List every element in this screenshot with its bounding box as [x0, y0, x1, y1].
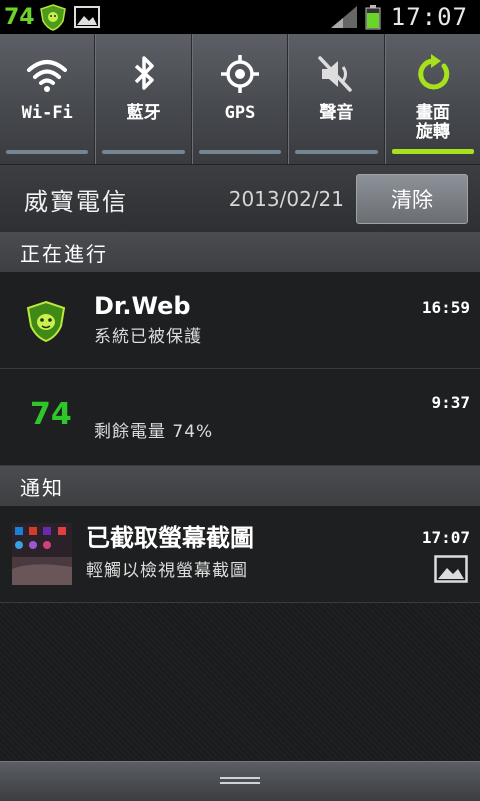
bluetooth-toggle[interactable]: 藍牙 — [95, 34, 192, 164]
notification-text: 輕觸以檢視螢幕截圖 — [86, 561, 248, 581]
image-icon — [74, 6, 100, 28]
notification-time: 9:37 — [431, 393, 470, 412]
status-bar: 74 17:07 — [0, 0, 480, 34]
grip-icon — [220, 777, 260, 784]
clock: 17:07 — [390, 3, 468, 31]
screenshot-notification[interactable]: 已截取螢幕截圖 輕觸以檢視螢幕截圖 17:07 — [0, 506, 480, 603]
battery-notification[interactable]: 74 剩餘電量 74% 9:37 — [0, 369, 480, 466]
drweb-shield-icon — [26, 300, 66, 343]
wifi-icon — [27, 60, 68, 92]
screen-rotation-toggle[interactable]: 畫面 旋轉 — [384, 34, 480, 164]
gps-state-bar — [198, 150, 282, 154]
carrier-name: 威寶電信 — [24, 187, 128, 216]
gps-label: GPS — [224, 103, 256, 123]
gps-icon — [221, 55, 260, 93]
quick-settings-panel: Wi-Fi 藍牙 GPS 聲音 畫面 旋轉 — [0, 34, 480, 164]
gps-toggle[interactable]: GPS — [191, 34, 289, 164]
sound-toggle[interactable]: 聲音 — [288, 34, 385, 164]
sound-state-bar — [295, 150, 378, 154]
drweb-notification[interactable]: Dr.Web 系統已被保護 16:59 — [0, 272, 480, 369]
image-icon — [434, 555, 468, 583]
bluetooth-label: 藍牙 — [126, 103, 161, 123]
screen-rotation-state-bar — [391, 149, 475, 154]
drweb-shield-icon — [40, 4, 66, 31]
notification-title: 已截取螢幕截圖 — [86, 524, 254, 552]
screen-rotation-label-line1: 畫面 — [415, 103, 450, 123]
drawer-handle[interactable] — [0, 761, 480, 801]
date-label: 2013/02/21 — [228, 187, 344, 211]
battery-icon — [365, 5, 381, 30]
wifi-label: Wi-Fi — [21, 103, 73, 123]
notification-title: Dr.Web — [94, 292, 191, 320]
battery-level-icon: 74 — [30, 397, 72, 432]
wifi-state-bar — [6, 150, 89, 154]
battery-percent-indicator: 74 — [4, 4, 35, 30]
bluetooth-icon — [134, 56, 154, 90]
carrier-row: 威寶電信 2013/02/21 清除 — [0, 164, 480, 233]
notification-time: 16:59 — [421, 298, 470, 317]
wifi-toggle[interactable]: Wi-Fi — [0, 34, 96, 164]
notification-time: 17:07 — [421, 528, 470, 547]
ongoing-section-header: 正在進行 — [0, 232, 480, 272]
screen-rotation-label: 畫面 旋轉 — [416, 104, 450, 142]
screenshot-thumbnail — [12, 523, 72, 585]
sound-muted-icon — [318, 56, 353, 92]
notification-empty-area — [0, 603, 480, 761]
rotate-icon — [418, 54, 450, 90]
sound-label: 聲音 — [319, 103, 354, 123]
clear-button[interactable]: 清除 — [356, 174, 468, 224]
notification-text: 系統已被保護 — [94, 327, 202, 347]
signal-icon — [330, 6, 357, 28]
notifications-section-header: 通知 — [0, 466, 480, 506]
bluetooth-state-bar — [102, 150, 185, 154]
screen-rotation-label-line2: 旋轉 — [415, 122, 450, 142]
notification-text: 剩餘電量 74% — [94, 422, 214, 442]
